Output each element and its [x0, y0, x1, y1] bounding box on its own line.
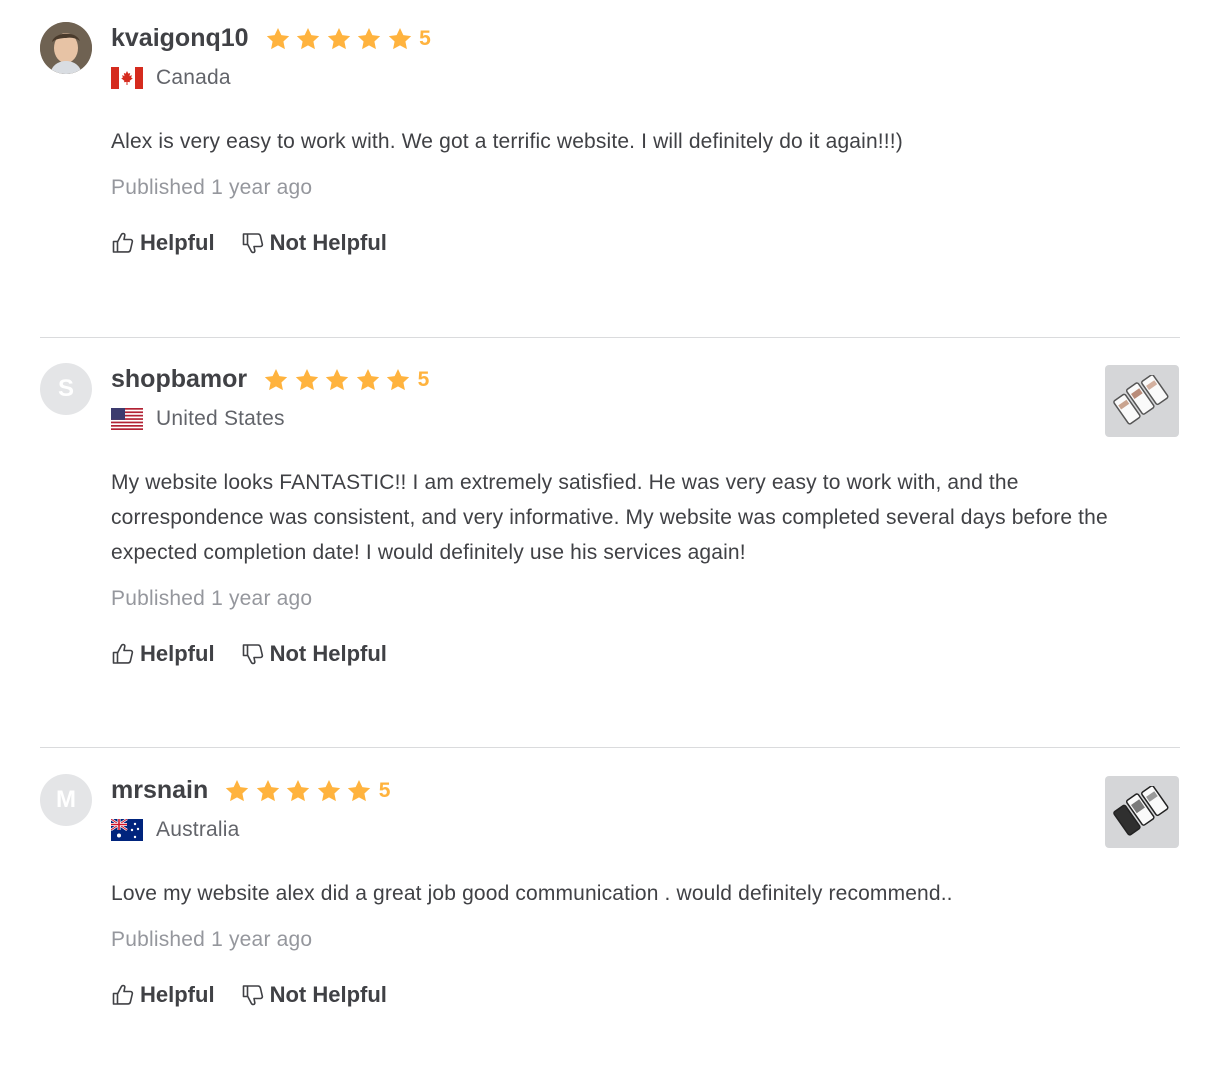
united-states-flag-icon	[111, 408, 143, 430]
helpful-label: Helpful	[140, 230, 215, 255]
helpful-button[interactable]: Helpful	[111, 641, 215, 667]
review-header: shopbamor 5	[111, 365, 429, 394]
review-attachment-thumbnail[interactable]	[1105, 776, 1179, 848]
reviewer-country: Canada	[111, 66, 231, 90]
rating-score: 5	[417, 367, 430, 391]
not-helpful-button[interactable]: Not Helpful	[241, 641, 387, 667]
feedback-actions: Helpful Not Helpful	[111, 982, 387, 1008]
avatar-letter: S	[57, 375, 74, 402]
star-icon	[224, 778, 250, 804]
review-text: Alex is very easy to work with. We got a…	[111, 130, 903, 153]
rating-score: 5	[419, 26, 431, 50]
published-date: Published 1 year ago	[111, 587, 313, 610]
star-rating: 5	[224, 778, 390, 804]
user-photo-icon	[40, 22, 92, 74]
helpful-label: Helpful	[140, 982, 215, 1007]
star-icon	[285, 778, 311, 804]
thumbs-up-icon	[111, 983, 135, 1007]
star-icon	[265, 26, 291, 52]
review-attachment-thumbnail[interactable]	[1105, 365, 1179, 437]
username[interactable]: mrsnain	[111, 776, 208, 805]
canada-flag-icon	[111, 67, 143, 89]
review-text: My website looks FANTASTIC!! I am extrem…	[111, 471, 1108, 564]
not-helpful-button[interactable]: Not Helpful	[241, 230, 387, 256]
star-icon	[316, 778, 342, 804]
avatar-letter: M	[56, 786, 76, 813]
not-helpful-label: Not Helpful	[269, 230, 387, 255]
country-name: Australia	[156, 818, 240, 841]
not-helpful-label: Not Helpful	[269, 641, 387, 666]
divider	[40, 337, 1180, 338]
review-item: M mrsnain 5 Australia Love my website al…	[0, 774, 1208, 1054]
username[interactable]: kvaigonq10	[111, 24, 249, 53]
star-icon	[346, 778, 372, 804]
star-icon	[355, 367, 381, 393]
rating-score: 5	[378, 778, 391, 802]
star-icon	[255, 778, 281, 804]
thumbs-down-icon	[241, 642, 265, 666]
reviewer-country: United States	[111, 407, 285, 431]
review-item: S shopbamor 5 United States My website l…	[0, 363, 1208, 703]
helpful-button[interactable]: Helpful	[111, 982, 215, 1008]
star-icon	[324, 367, 350, 393]
review-item: kvaigonq10 5 Canada Alex is very easy to…	[0, 22, 1208, 312]
avatar[interactable]	[40, 22, 92, 74]
not-helpful-label: Not Helpful	[269, 982, 387, 1007]
phone-mockup-icon	[1113, 786, 1169, 836]
not-helpful-button[interactable]: Not Helpful	[241, 982, 387, 1008]
star-icon	[387, 26, 413, 52]
reviewer-country: Australia	[111, 818, 240, 842]
star-icon	[385, 367, 411, 393]
star-rating: 5	[265, 26, 431, 52]
divider	[40, 747, 1180, 748]
avatar[interactable]: S	[40, 363, 92, 415]
review-header: mrsnain 5	[111, 776, 390, 805]
thumbs-up-icon	[111, 231, 135, 255]
helpful-button[interactable]: Helpful	[111, 230, 215, 256]
thumbs-down-icon	[241, 983, 265, 1007]
star-icon	[295, 26, 321, 52]
star-rating: 5	[263, 367, 429, 393]
star-icon	[263, 367, 289, 393]
avatar[interactable]: M	[40, 774, 92, 826]
reviews-list: kvaigonq10 5 Canada Alex is very easy to…	[0, 0, 1208, 1068]
star-icon	[326, 26, 352, 52]
published-date: Published 1 year ago	[111, 928, 313, 951]
review-text: Love my website alex did a great job goo…	[111, 882, 953, 905]
review-header: kvaigonq10 5	[111, 24, 431, 53]
published-date: Published 1 year ago	[111, 176, 313, 199]
star-icon	[294, 367, 320, 393]
australia-flag-icon	[111, 819, 143, 841]
username[interactable]: shopbamor	[111, 365, 247, 394]
phone-mockup-icon	[1113, 375, 1169, 425]
feedback-actions: Helpful Not Helpful	[111, 230, 387, 256]
country-name: United States	[156, 407, 285, 430]
country-name: Canada	[156, 66, 231, 89]
star-icon	[356, 26, 382, 52]
feedback-actions: Helpful Not Helpful	[111, 641, 387, 667]
thumbs-up-icon	[111, 642, 135, 666]
helpful-label: Helpful	[140, 641, 215, 666]
thumbs-down-icon	[241, 231, 265, 255]
